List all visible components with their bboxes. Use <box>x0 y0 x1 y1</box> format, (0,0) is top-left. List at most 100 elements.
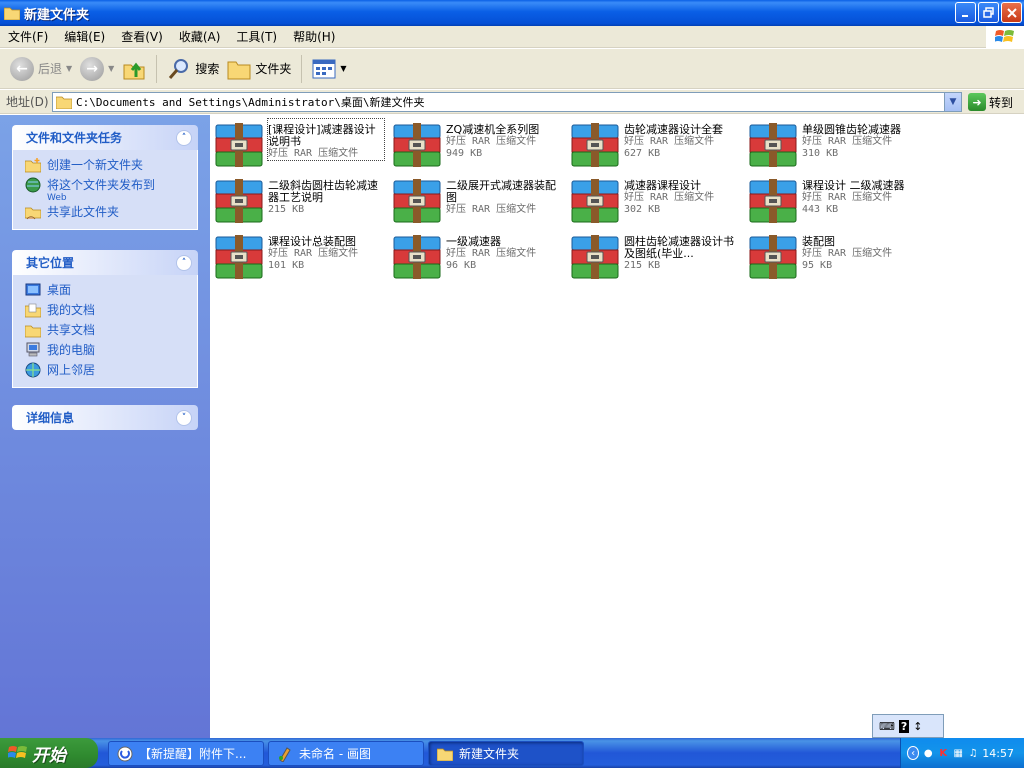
menu-file[interactable]: 文件(F) <box>0 26 56 48</box>
file-info: 一级减速器 好压 RAR 压缩文件 96 KB <box>446 231 536 272</box>
file-item[interactable]: 圆柱齿轮减速器设计书及图纸(毕业... 215 KB <box>570 231 742 283</box>
file-type: 好压 RAR 压缩文件 <box>802 136 893 147</box>
panel-body: 创建一个新文件夹 将这个文件夹发布到 Web 共享此文件夹 <box>12 150 198 230</box>
menu-tools[interactable]: 工具(T) <box>228 26 285 48</box>
file-name: ZQ减速机全系列图 <box>446 123 540 136</box>
file-item[interactable]: 二级展开式减速器装配图 好压 RAR 压缩文件 <box>392 175 564 227</box>
volume-icon[interactable]: ♫ <box>967 746 979 760</box>
taskbar-button-explorer[interactable]: 新建文件夹 <box>428 741 584 766</box>
help-icon[interactable]: ? <box>898 719 910 733</box>
file-item[interactable]: 减速器课程设计 好压 RAR 压缩文件 302 KB <box>570 175 742 227</box>
restore-icon <box>983 7 994 18</box>
folder-icon <box>4 7 20 20</box>
close-button[interactable] <box>1001 2 1022 23</box>
place-network[interactable]: 网上邻居 <box>25 361 189 381</box>
taskbar-button-browser[interactable]: 【新提醒】附件下... <box>108 741 264 766</box>
back-label: 后退 <box>38 62 63 76</box>
address-input[interactable]: C:\Documents and Settings\Administrator\… <box>52 92 962 112</box>
place-shared-documents[interactable]: 共享文档 <box>25 321 189 341</box>
file-item[interactable]: 齿轮减速器设计全套 好压 RAR 压缩文件 627 KB <box>570 119 742 171</box>
keyboard-icon[interactable]: ⌨ <box>879 720 895 733</box>
folders-button[interactable]: 文件夹 <box>223 53 295 85</box>
qq-icon[interactable]: ● <box>922 746 934 760</box>
panel-header[interactable]: 详细信息 ˅ <box>12 405 198 430</box>
file-info: 课程设计总装配图 好压 RAR 压缩文件 101 KB <box>268 231 358 272</box>
language-bar[interactable]: ⌨ ? ↕ <box>872 714 944 738</box>
rar-archive-icon <box>214 121 264 169</box>
rar-archive-icon <box>392 121 442 169</box>
forward-arrow-icon: → <box>80 56 105 81</box>
file-item[interactable]: 单级圆锥齿轮减速器 好压 RAR 压缩文件 310 KB <box>748 119 920 171</box>
file-list[interactable]: [课程设计]减速器设计说明书 好压 RAR 压缩文件 ZQ减速机全系列图 好压 RAR… <box>210 115 1024 738</box>
file-size: 215 KB <box>624 260 661 271</box>
file-name: 减速器课程设计 <box>624 179 701 192</box>
title-bar[interactable]: 新建文件夹 <box>0 0 1024 26</box>
file-name: 课程设计 二级减速器 <box>802 179 905 192</box>
rar-archive-icon <box>214 233 264 281</box>
address-dropdown-button[interactable]: ▼ <box>944 93 961 111</box>
place-desktop[interactable]: 桌面 <box>25 281 189 301</box>
options-icon[interactable]: ↕ <box>913 720 922 733</box>
file-item[interactable]: [课程设计]减速器设计说明书 好压 RAR 压缩文件 <box>214 118 386 171</box>
globe-icon <box>25 177 41 193</box>
folder-icon <box>56 96 72 109</box>
task-label: 将这个文件夹发布到 Web <box>47 176 155 203</box>
expand-icon[interactable]: ˅ <box>176 409 192 426</box>
file-item[interactable]: 装配图 好压 RAR 压缩文件 95 KB <box>748 231 920 283</box>
file-item[interactable]: 一级减速器 好压 RAR 压缩文件 96 KB <box>392 231 564 283</box>
file-item[interactable]: 课程设计 二级减速器 好压 RAR 压缩文件 443 KB <box>748 175 920 227</box>
place-my-documents[interactable]: 我的文档 <box>25 301 189 321</box>
panel-header[interactable]: 文件和文件夹任务 ˄ <box>12 125 198 150</box>
task-new-folder[interactable]: 创建一个新文件夹 <box>25 156 189 176</box>
back-button[interactable]: ← 后退 ▼ <box>6 53 76 85</box>
menu-edit[interactable]: 编辑(E) <box>56 26 113 48</box>
up-folder-button[interactable] <box>118 53 150 85</box>
taskbar-button-paint[interactable]: 未命名 - 画图 <box>268 741 424 766</box>
antivirus-icon[interactable]: K <box>937 746 949 760</box>
task-label: 创建一个新文件夹 <box>47 158 144 172</box>
file-info: 二级斜齿圆柱齿轮减速器工艺说明 215 KB <box>268 175 384 216</box>
restore-button[interactable] <box>978 2 999 23</box>
file-item[interactable]: 课程设计总装配图 好压 RAR 压缩文件 101 KB <box>214 231 386 283</box>
collapse-icon[interactable]: ˄ <box>176 129 192 146</box>
chevron-down-icon: ▼ <box>108 64 115 73</box>
menu-favorites[interactable]: 收藏(A) <box>171 26 229 48</box>
collapse-icon[interactable]: ˄ <box>176 254 192 271</box>
file-item[interactable]: ZQ减速机全系列图 好压 RAR 压缩文件 949 KB <box>392 119 564 171</box>
task-pane: 文件和文件夹任务 ˄ 创建一个新文件夹 将这个文件夹发布到 Web 共享此文件夹 <box>0 115 210 738</box>
chevron-down-icon: ▼ <box>66 64 73 73</box>
file-info: 装配图 好压 RAR 压缩文件 95 KB <box>802 231 892 272</box>
task-publish-web[interactable]: 将这个文件夹发布到 Web <box>25 176 189 203</box>
start-button[interactable]: 开始 <box>0 738 98 768</box>
panel-body: 桌面 我的文档 共享文档 我的电脑 网上邻居 <box>12 275 198 388</box>
place-label: 我的电脑 <box>47 343 96 357</box>
file-name: 一级减速器 <box>446 235 501 248</box>
menu-view[interactable]: 查看(V) <box>113 26 171 48</box>
tray-expand-icon[interactable]: ‹ <box>907 746 920 760</box>
panel-title: 其它位置 <box>26 256 75 270</box>
file-type: 好压 RAR 压缩文件 <box>624 192 715 203</box>
task-label-sub: Web <box>47 193 67 203</box>
place-my-computer[interactable]: 我的电脑 <box>25 341 189 361</box>
go-button[interactable]: ➜ 转到 <box>968 93 1013 111</box>
menu-help[interactable]: 帮助(H) <box>285 26 343 48</box>
taskbar-label: 新建文件夹 <box>459 747 520 761</box>
forward-button[interactable]: → ▼ <box>76 53 118 85</box>
file-info: [课程设计]减速器设计说明书 好压 RAR 压缩文件 <box>267 118 385 161</box>
views-button[interactable]: ▼ <box>308 53 350 85</box>
file-name: [课程设计]减速器设计说明书 <box>268 123 376 148</box>
file-name: 齿轮减速器设计全套 <box>624 123 723 136</box>
file-info: 减速器课程设计 好压 RAR 压缩文件 302 KB <box>624 175 714 216</box>
toolbar-separator <box>156 54 158 83</box>
search-button[interactable]: 搜索 <box>163 53 223 85</box>
task-share-folder[interactable]: 共享此文件夹 <box>25 203 189 223</box>
search-label: 搜索 <box>195 62 220 76</box>
panel-header[interactable]: 其它位置 ˄ <box>12 250 198 275</box>
file-size: 627 KB <box>624 148 661 159</box>
rar-archive-icon <box>570 233 620 281</box>
file-size: 310 KB <box>802 148 839 159</box>
network-status-icon[interactable]: ▦ <box>952 746 964 760</box>
minimize-button[interactable] <box>955 2 976 23</box>
file-item[interactable]: 二级斜齿圆柱齿轮减速器工艺说明 215 KB <box>214 175 386 227</box>
minimize-icon <box>961 14 968 17</box>
